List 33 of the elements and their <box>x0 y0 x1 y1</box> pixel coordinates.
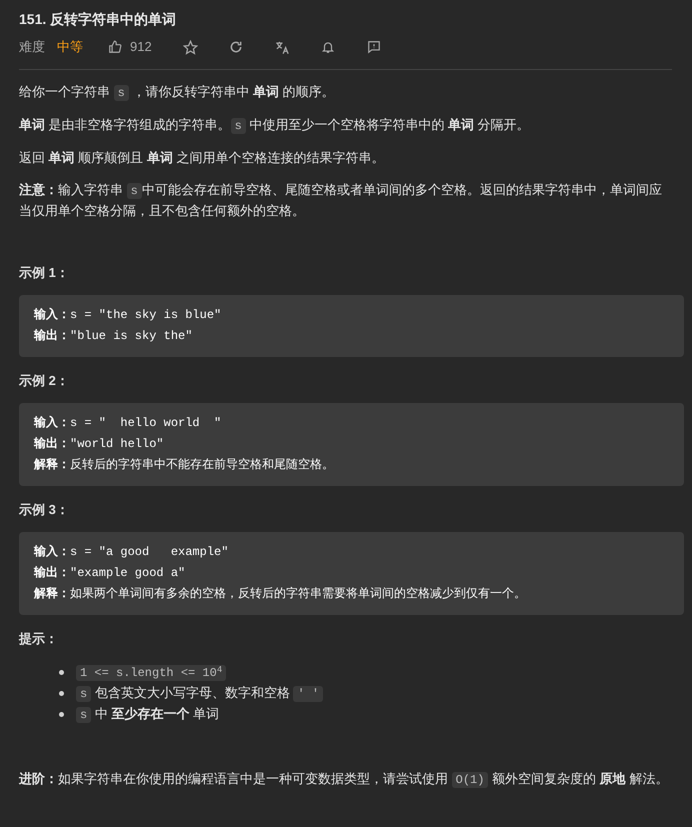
section-heading: 示例 1： <box>19 264 70 282</box>
example-line: 输出："world hello" <box>34 436 165 453</box>
like-count: 912 <box>130 38 152 56</box>
example-line: 解释：如果两个单词间有多余的空格，反转后的字符串需要将单词间的空格减少到仅有一个。 <box>34 586 527 603</box>
paragraph: 单词 是由非空格字符组成的字符串。 s 中使用至少一个空格将字符串中的 单词 分隔开。 <box>19 116 531 136</box>
hint-item: 1 <= s.length <= 10$^{4}$ <box>76 662 226 683</box>
bell-icon[interactable] <box>320 40 335 54</box>
section-heading: 示例 3： <box>19 501 70 519</box>
section-heading: 提示： <box>19 630 59 648</box>
example-line: 输入：s = "the sky is blue" <box>34 306 222 324</box>
refresh-icon[interactable] <box>228 40 243 54</box>
bullet-icon <box>59 712 64 717</box>
example-line: 解释：反转后的字符串中不能存在前导空格和尾随空格。 <box>34 456 335 474</box>
example-line: 输入：s = " hello world " <box>34 414 222 432</box>
example-line: 输入：s = "a good example" <box>34 544 230 561</box>
paragraph: 返回 单词 顺序颠倒且 单词 之间用单个空格连接的结果字符串。 <box>19 149 386 167</box>
difficulty-label: 难度 <box>19 38 45 56</box>
star-icon[interactable] <box>182 40 198 54</box>
example-line: 输出："example good a" <box>34 564 186 582</box>
example-line: 输出："blue is sky the" <box>34 328 194 345</box>
paragraph: 进阶：如果字符串在你使用的编程语言中是一种可变数据类型，请尝试使用 O(1) 额外空间复杂度的 原地 解法。 <box>19 770 670 790</box>
comment-icon[interactable] <box>366 40 381 54</box>
paragraph: 给你一个字符串 s ，请你反转字符串中 单词 的顺序。 <box>19 83 336 103</box>
paragraph: 注意：输入字符串 s 中可能会存在前导空格、尾随空格或者单词间的多个空格。返回的结果字符串中，单词间应当仅用单个空格分隔，且不包含任何额外的空格。 <box>19 181 663 220</box>
thumbs-up-icon[interactable] <box>108 40 122 54</box>
hint-item: s 中 至少存在一个 单词 <box>76 704 220 725</box>
hint-item: s 包含英文大小写字母、数字和空格 ' ' <box>76 683 324 704</box>
bullet-icon <box>59 691 64 696</box>
difficulty-tag: 中等 <box>57 37 83 57</box>
section-heading: 示例 2： <box>19 372 70 390</box>
problem-title: 151. 反转字符串中的单词 <box>19 10 178 29</box>
translate-icon[interactable] <box>274 40 290 54</box>
bullet-icon <box>59 670 64 675</box>
